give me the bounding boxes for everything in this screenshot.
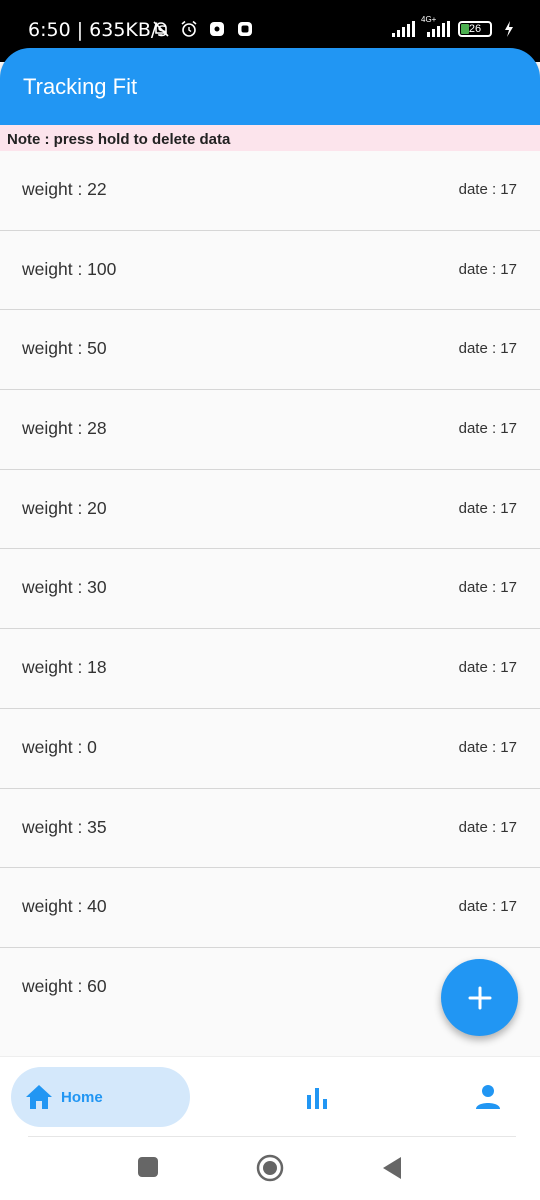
battery-level: 26 (468, 23, 482, 35)
nav-stats[interactable] (304, 1085, 330, 1111)
signal-icon (392, 21, 415, 37)
date-value: date : 17 (458, 738, 517, 756)
battery-icon: 26 (458, 21, 492, 37)
mute-bell-icon (152, 20, 170, 38)
system-navigation-bar (0, 1136, 540, 1200)
date-value: date : 17 (458, 579, 517, 597)
list-item[interactable]: weight : 28 date : 17 (0, 390, 540, 470)
charging-icon (500, 20, 518, 38)
date-value: date : 17 (458, 898, 517, 916)
app-bar: Tracking Fit (0, 48, 540, 125)
list-item[interactable]: weight : 0 date : 17 (0, 709, 540, 789)
nav-home-label: Home (61, 1088, 103, 1106)
date-value: date : 17 (458, 340, 517, 358)
list-item[interactable]: weight : 20 date : 17 (0, 470, 540, 550)
page-title: Tracking Fit (23, 74, 138, 99)
list-item[interactable]: weight : 30 date : 17 (0, 549, 540, 630)
date-value: date : 17 (458, 420, 517, 438)
weight-value: weight : 100 (22, 258, 117, 279)
status-time: 6:50 | 635KB/s (28, 19, 168, 41)
app-notification-icon (236, 20, 254, 38)
status-system-icons: 4G+ 26 (392, 15, 518, 38)
home-icon (26, 1085, 52, 1109)
weight-value: weight : 18 (22, 657, 107, 678)
nav-profile[interactable] (475, 1084, 501, 1110)
add-entry-button[interactable] (441, 959, 518, 1036)
weight-value: weight : 40 (22, 896, 107, 917)
date-value: date : 17 (458, 659, 517, 677)
square-icon (138, 1157, 158, 1177)
status-notification-icons (152, 20, 254, 38)
divider (28, 1136, 516, 1137)
weight-value: weight : 30 (22, 577, 107, 598)
circle-icon (256, 1154, 284, 1182)
list-item[interactable]: weight : 18 date : 17 (0, 629, 540, 709)
date-value: date : 17 (458, 181, 517, 198)
signal-icon: 4G+ (421, 15, 450, 37)
list-item[interactable]: weight : 22 date : 17 (0, 151, 540, 231)
weight-value: weight : 28 (22, 418, 107, 439)
nav-home[interactable]: Home (11, 1067, 190, 1127)
list-item[interactable]: weight : 40 date : 17 (0, 868, 540, 948)
recents-button[interactable] (137, 1156, 159, 1183)
alarm-icon (180, 20, 198, 38)
list-item[interactable]: weight : 50 date : 17 (0, 310, 540, 391)
date-value: date : 17 (458, 499, 517, 517)
person-icon (476, 1085, 500, 1109)
bottom-navigation: Home (0, 1056, 540, 1136)
list-item[interactable]: weight : 35 date : 17 (0, 789, 540, 869)
network-type-label: 4G+ (421, 15, 437, 24)
weight-entries-list: weight : 22 date : 17 weight : 100 date : … (0, 151, 540, 1028)
weight-value: weight : 0 (22, 736, 97, 757)
date-value: date : 17 (458, 260, 517, 278)
weight-value: weight : 35 (22, 816, 107, 837)
back-button[interactable] (381, 1156, 403, 1185)
weight-value: weight : 60 (22, 975, 107, 996)
weight-value: weight : 20 (22, 497, 107, 518)
delete-hint-note: Note : press hold to delete data (0, 125, 540, 151)
plus-icon (468, 986, 491, 1009)
weight-value: weight : 22 (22, 179, 107, 199)
home-system-button[interactable] (256, 1154, 284, 1187)
app-notification-icon (208, 20, 226, 38)
weight-value: weight : 50 (22, 338, 107, 359)
bar-chart-icon (307, 1088, 327, 1109)
date-value: date : 17 (458, 818, 517, 836)
back-triangle-icon (383, 1157, 401, 1179)
list-item[interactable]: weight : 100 date : 17 (0, 231, 540, 311)
